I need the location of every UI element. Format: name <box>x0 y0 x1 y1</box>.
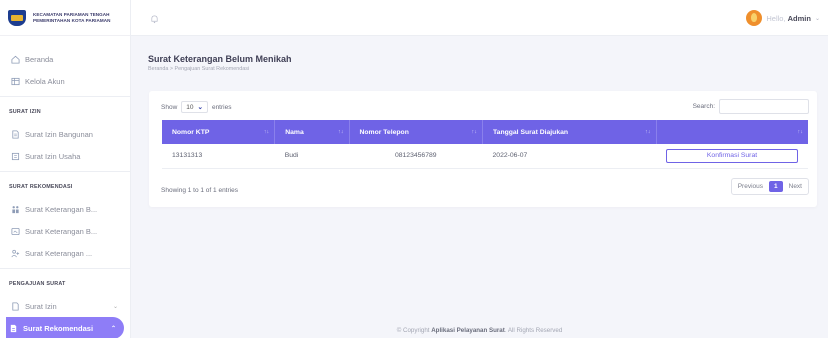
cell-nama: Budi <box>274 144 349 169</box>
sidebar-item-keterangan-b1[interactable]: Surat Keterangan B... <box>0 198 130 220</box>
entries-select-value: 10 <box>186 103 194 111</box>
home-icon <box>11 55 20 64</box>
image-card-icon <box>11 227 20 236</box>
column-label: Nomor KTP <box>172 128 210 136</box>
table-icon <box>11 77 20 86</box>
sidebar-item-surat-izin[interactable]: Surat Izin ⌄ <box>0 295 130 317</box>
show-label: Show <box>161 103 178 111</box>
footer-suffix: . All Rights Reserved <box>504 327 563 334</box>
section-title-rekomendasi: SURAT REKOMENDASI <box>9 184 73 190</box>
table-row: 13131313 Budi 08123456789 2022-06-07 Kon… <box>162 144 808 169</box>
sort-icon: ↑↓ <box>338 129 344 135</box>
sidebar-item-label: Beranda <box>25 54 54 64</box>
sidebar-item-izin-bangunan[interactable]: Surat Izin Bangunan <box>0 123 130 145</box>
avatar[interactable] <box>746 10 763 26</box>
column-header-nama[interactable]: Nama ↑↓ <box>274 120 350 144</box>
sidebar: KECAMATAN PARIAMAN TENGAH PEMERINTAHAN K… <box>0 0 131 338</box>
sidebar-item-beranda[interactable]: Beranda <box>0 48 130 70</box>
cell-action: Konfirmasi Surat <box>656 144 808 169</box>
column-label: Nama <box>285 128 304 136</box>
bell-icon[interactable] <box>150 11 159 24</box>
user-menu[interactable]: Hello, Admin ⌄ <box>746 10 820 26</box>
sidebar-item-label: Kelola Akun <box>25 76 65 86</box>
sidebar-divider <box>0 171 130 172</box>
column-label: Nomor Telepon <box>359 128 409 136</box>
column-header-nomor-ktp[interactable]: Nomor KTP ↑↓ <box>162 120 276 144</box>
chevron-down-icon: ⌄ <box>112 303 118 310</box>
sort-icon: ↑↓ <box>263 129 270 135</box>
next-button[interactable]: Next <box>783 179 808 194</box>
sidebar-item-label: Surat Izin Bangunan <box>25 129 93 139</box>
user-greeting[interactable]: Hello, Admin <box>766 14 811 23</box>
chevron-up-icon: ⌃ <box>110 325 116 332</box>
sidebar-item-label: Surat Rekomendasi <box>23 323 94 333</box>
chevron-down-icon[interactable]: ⌄ <box>815 15 820 22</box>
section-title-pengajuan: PENGAJUAN SURAT <box>9 281 66 287</box>
sidebar-item-kelola-akun[interactable]: Kelola Akun <box>0 70 130 92</box>
data-table: Nomor KTP ↑↓ Nama ↑↓ Nomor Telepon ↑↓ Tangg… <box>162 120 808 169</box>
sidebar-item-label: Surat Keterangan B... <box>25 204 98 214</box>
footer: © Copyright Aplikasi Pelayanan Surat. Al… <box>131 327 828 334</box>
section-title-surat-izin: SURAT IZIN <box>9 109 41 115</box>
document-icon <box>11 301 20 311</box>
sidebar-item-label: Surat Izin <box>25 301 57 311</box>
konfirmasi-surat-button[interactable]: Konfirmasi Surat <box>666 148 798 163</box>
brand-line-2: PEMERINTAHAN KOTA PARIAMAN <box>33 17 111 23</box>
cell-tanggal: 2022-06-07 <box>482 144 656 169</box>
document-icon <box>11 129 20 139</box>
document-icon <box>9 324 18 333</box>
user-plus-icon <box>11 249 20 258</box>
search-area: Search: <box>693 99 809 114</box>
show-entries: Show 10 ⌄ entries <box>161 101 231 113</box>
sort-icon: ↑↓ <box>797 129 804 135</box>
search-label: Search: <box>692 103 715 110</box>
sidebar-item-keterangan-b2[interactable]: Surat Keterangan B... <box>0 220 130 242</box>
brand[interactable]: KECAMATAN PARIAMAN TENGAH PEMERINTAHAN K… <box>0 0 130 36</box>
sidebar-item-keterangan-3[interactable]: Surat Keterangan ... <box>0 242 130 264</box>
breadcrumb: Beranda > Pengajuan Surat Rekomendasi <box>148 66 250 72</box>
greeting-prefix: Hello, <box>766 13 788 23</box>
data-table-card: Show 10 ⌄ entries Search: Nomor KTP ↑↓ Na… <box>149 91 817 207</box>
page-1-button[interactable]: 1 <box>769 181 783 192</box>
sort-icon: ↑↓ <box>645 129 651 135</box>
previous-button[interactable]: Previous <box>732 179 769 194</box>
topbar: Hello, Admin ⌄ <box>131 0 828 36</box>
entries-label: entries <box>211 103 232 111</box>
cell-ktp: 13131313 <box>162 144 275 169</box>
table-header-row: Nomor KTP ↑↓ Nama ↑↓ Nomor Telepon ↑↓ Tangg… <box>162 120 808 144</box>
column-header-nomor-telepon[interactable]: Nomor Telepon ↑↓ <box>349 120 484 144</box>
column-header-action[interactable]: ↑↓ <box>656 120 808 144</box>
page-title: Surat Keterangan Belum Menikah <box>148 54 292 64</box>
sidebar-nav: Beranda Kelola Akun SURAT IZIN Surat Izi… <box>0 36 130 338</box>
brand-line-1: KECAMATAN PARIAMAN TENGAH <box>33 12 110 18</box>
column-header-tanggal[interactable]: Tanggal Surat Diajukan ↑↓ <box>482 120 657 144</box>
file-icon <box>11 152 20 161</box>
cell-telepon: 08123456789 <box>349 144 483 169</box>
table-info: Showing 1 to 1 of 1 entries <box>161 187 238 194</box>
chevron-down-icon: ⌄ <box>197 104 203 111</box>
sidebar-divider <box>0 96 130 97</box>
brand-text: KECAMATAN PARIAMAN TENGAH PEMERINTAHAN K… <box>33 12 110 23</box>
footer-app-name: Aplikasi Pelayanan Surat <box>431 327 505 334</box>
sidebar-item-label: Surat Keterangan B... <box>25 226 98 236</box>
column-label: Tanggal Surat Diajukan <box>493 128 569 136</box>
user-name: Admin <box>787 13 811 23</box>
sort-icon: ↑↓ <box>471 129 478 135</box>
footer-prefix: © Copyright <box>396 327 432 334</box>
sidebar-item-label: Surat Keterangan ... <box>25 248 93 258</box>
sidebar-item-surat-rekomendasi[interactable]: Surat Rekomendasi ⌃ <box>6 317 124 338</box>
couple-icon <box>11 205 20 214</box>
entries-select[interactable]: 10 ⌄ <box>181 101 208 113</box>
pariaman-logo-icon <box>6 9 28 27</box>
sidebar-item-label: Surat Izin Usaha <box>25 151 81 161</box>
sidebar-divider <box>0 268 130 269</box>
sidebar-item-izin-usaha[interactable]: Surat Izin Usaha <box>0 145 130 167</box>
search-input[interactable] <box>719 99 809 114</box>
pagination: Previous 1 Next <box>730 178 809 195</box>
